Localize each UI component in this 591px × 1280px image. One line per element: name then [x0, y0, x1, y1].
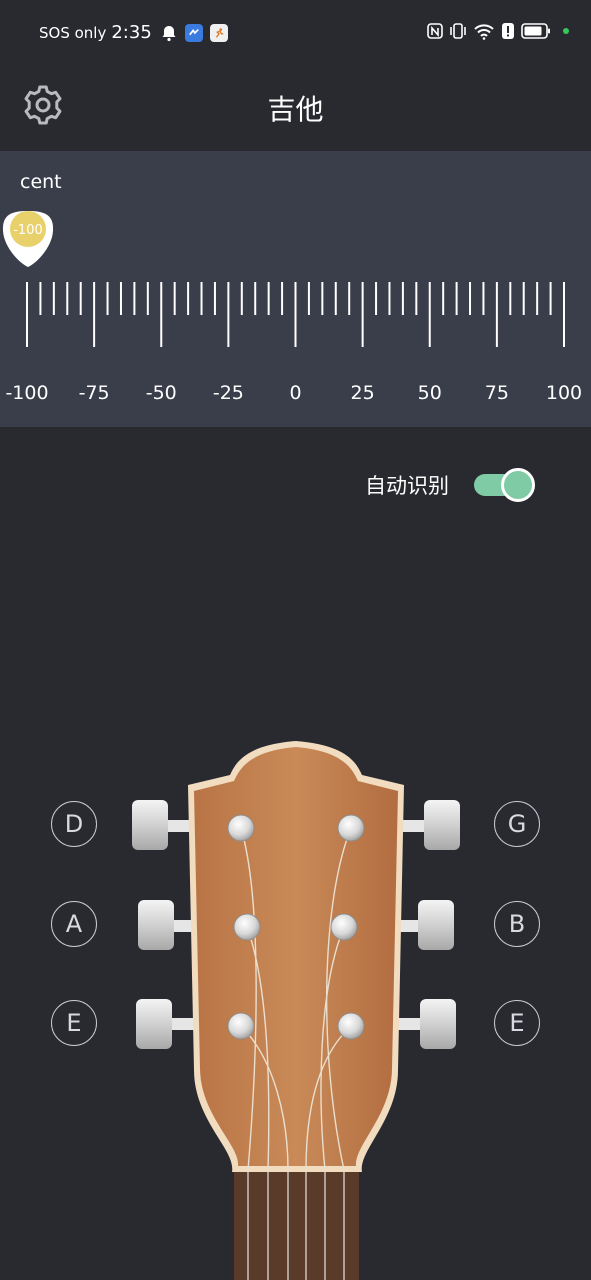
tick-label: 100: [545, 382, 583, 404]
guitar-headstock: [132, 741, 460, 1280]
wifi-icon: [474, 24, 494, 40]
vibrate-icon: [450, 23, 466, 39]
tick-label: -50: [145, 382, 177, 404]
bell-icon: [162, 25, 176, 41]
tick-label: -100: [5, 382, 49, 404]
tick-label: 25: [350, 382, 375, 404]
pick-indicator-icon: [2, 211, 54, 267]
battery-icon: [521, 23, 550, 39]
tick-label: 50: [417, 382, 442, 404]
alert-icon: [502, 23, 514, 39]
auto-detect-label: 自动识别: [365, 474, 449, 498]
tick-label: 0: [289, 382, 302, 404]
running-app-icon: [209, 23, 228, 42]
clock: 2:35: [111, 22, 152, 43]
nfc-icon: [427, 23, 443, 39]
tuner-key: [132, 800, 168, 850]
app-header: 吉他: [0, 66, 591, 150]
toggle-knob: [501, 468, 535, 502]
tick-label: -25: [212, 382, 244, 404]
tick-label: 75: [484, 382, 509, 404]
auto-detect-toggle[interactable]: [474, 468, 535, 502]
app-notification-icon: [184, 23, 203, 42]
indicator-value: -100: [13, 223, 43, 238]
carrier-text: SOS only: [39, 23, 107, 42]
charging-dot: [563, 28, 569, 34]
page-title: 吉他: [267, 93, 324, 126]
cent-meter: cent -100 -100 -75 -50 -25 0 25 50 75 100: [0, 151, 591, 427]
status-bar: SOS only 2:35: [0, 0, 591, 66]
tick-label: -75: [78, 382, 110, 404]
